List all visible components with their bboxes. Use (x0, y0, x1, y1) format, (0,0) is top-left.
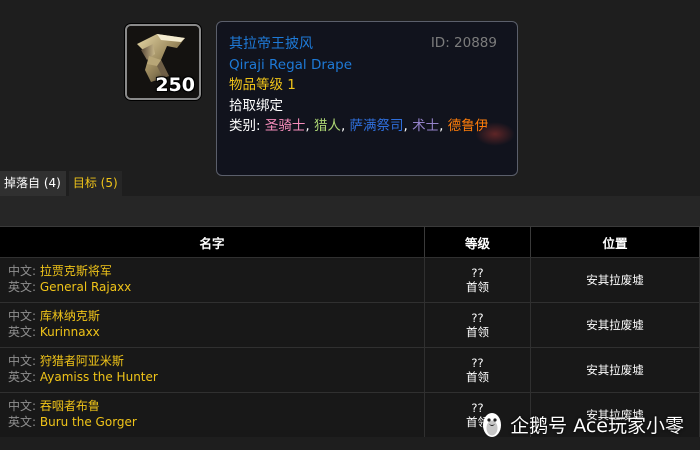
table-row[interactable]: 中文: 狩猎者阿亚米斯 英文: Ayamiss the Hunter ?? 首领… (0, 347, 700, 392)
npc-location[interactable]: 安其拉废墟 (531, 258, 700, 302)
npc-name-en[interactable]: Kurinnaxx (40, 325, 100, 339)
zh-label: 中文: (8, 309, 40, 323)
class-separator: , (439, 118, 448, 134)
watermark: 企鹅号 Ace玩家小零 (480, 410, 684, 438)
item-id: ID: 20889 (430, 35, 497, 51)
drop-source-table: 名字 等级 位置 中文: 拉贾克斯将军 英文: General Rajaxx ?… (0, 226, 700, 437)
npc-name-zh[interactable]: 吞咽者布鲁 (40, 399, 100, 413)
npc-name-cell: 中文: 狩猎者阿亚米斯 英文: Ayamiss the Hunter (0, 348, 425, 392)
npc-name-en[interactable]: Buru the Gorger (40, 415, 137, 429)
tab-panel-header (0, 196, 700, 226)
npc-name-zh[interactable]: 拉贾克斯将军 (40, 264, 112, 278)
npc-level-cell: ?? 首领 (425, 258, 531, 302)
npc-name-zh[interactable]: 狩猎者阿亚米斯 (40, 354, 124, 368)
npc-name-cell: 中文: 库林纳克斯 英文: Kurinnaxx (0, 303, 425, 347)
npc-rank: 首领 (466, 325, 489, 339)
npc-rank: 首领 (466, 370, 489, 384)
npc-name-cell: 中文: 拉贾克斯将军 英文: General Rajaxx (0, 258, 425, 302)
item-bind-type: 拾取绑定 (229, 97, 283, 114)
tab-bar: 掉落自 (4) 目标 (5) (0, 171, 125, 196)
item-icon[interactable]: 250 (125, 24, 201, 100)
npc-level: ?? (471, 311, 484, 325)
npc-location[interactable]: 安其拉废墟 (531, 348, 700, 392)
table-row[interactable]: 中文: 拉贾克斯将军 英文: General Rajaxx ?? 首领 安其拉废… (0, 257, 700, 302)
item-name-en: Qiraji Regal Drape (229, 56, 353, 73)
class-shaman[interactable]: 萨满祭司 (350, 118, 404, 134)
table-header: 名字 等级 位置 (0, 226, 700, 257)
table-row[interactable]: 中文: 库林纳克斯 英文: Kurinnaxx ?? 首领 安其拉废墟 (0, 302, 700, 347)
npc-name-en[interactable]: Ayamiss the Hunter (40, 370, 158, 384)
tab-objective[interactable]: 目标 (5) (68, 171, 122, 196)
npc-name-zh[interactable]: 库林纳克斯 (40, 309, 100, 323)
decorative-glow (475, 122, 515, 146)
npc-level-cell: ?? 首领 (425, 303, 531, 347)
class-paladin[interactable]: 圣骑士 (265, 118, 306, 134)
class-warlock[interactable]: 术士 (412, 118, 439, 134)
en-label: 英文: (8, 414, 40, 429)
zh-label: 中文: (8, 399, 40, 413)
zh-label: 中文: (8, 354, 40, 368)
npc-level: ?? (471, 356, 484, 370)
tab-dropped-by[interactable]: 掉落自 (4) (0, 171, 66, 196)
classes-label: 类别: (229, 118, 265, 134)
item-stack-count: 250 (155, 74, 195, 96)
class-separator: , (340, 118, 350, 134)
column-header-location[interactable]: 位置 (531, 227, 700, 257)
class-hunter[interactable]: 猎人 (314, 118, 341, 134)
item-tooltip: 其拉帝王披风 Qiraji Regal Drape 物品等级 1 拾取绑定 类别… (216, 21, 518, 176)
item-classes: 类别: 圣骑士, 猎人, 萨满祭司, 术士, 德鲁伊 (229, 116, 505, 137)
zh-label: 中文: (8, 264, 40, 278)
npc-name-en[interactable]: General Rajaxx (40, 280, 131, 294)
column-header-level[interactable]: 等级 (425, 227, 531, 257)
class-separator: , (305, 118, 314, 134)
en-label: 英文: (8, 369, 40, 384)
en-label: 英文: (8, 324, 40, 339)
npc-name-cell: 中文: 吞咽者布鲁 英文: Buru the Gorger (0, 393, 425, 437)
npc-rank: 首领 (466, 280, 489, 294)
item-level: 物品等级 1 (229, 77, 296, 93)
penguin-icon (483, 413, 502, 437)
npc-level: ?? (471, 266, 484, 280)
watermark-text: 企鹅号 Ace玩家小零 (510, 414, 684, 437)
npc-level-cell: ?? 首领 (425, 348, 531, 392)
en-label: 英文: (8, 279, 40, 294)
column-header-name[interactable]: 名字 (0, 227, 425, 257)
npc-location[interactable]: 安其拉废墟 (531, 303, 700, 347)
class-separator: , (403, 118, 413, 134)
